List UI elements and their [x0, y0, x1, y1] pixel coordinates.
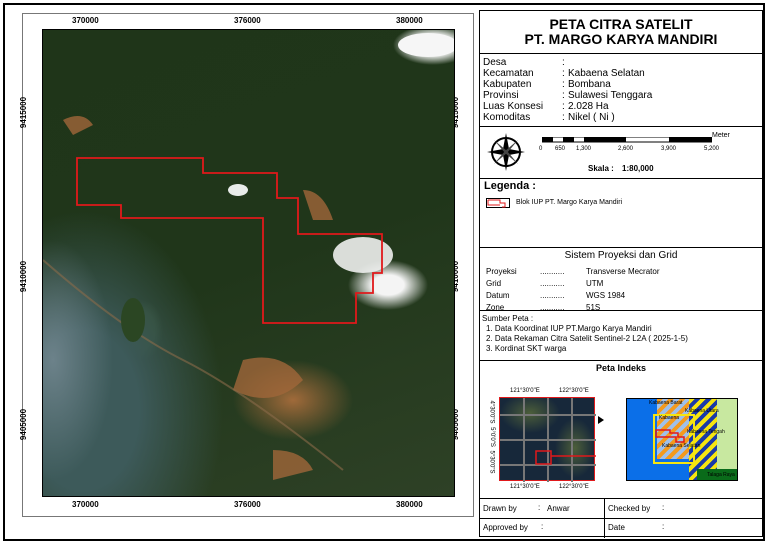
map-sources: Sumber Peta : 1. Data Koordinat IUP PT.M… [480, 311, 762, 361]
info-value: Bombana [568, 79, 611, 90]
legend: Legenda : Blok IUP PT. Margo Karya Mandi… [480, 179, 762, 248]
lon-label: 122°30'0"E [559, 388, 589, 394]
info-value: Kabaena Selatan [568, 68, 645, 79]
satellite-image[interactable] [42, 29, 455, 497]
scale-tick: 3,900 [661, 146, 677, 152]
colon: : [662, 522, 665, 531]
projection-value: Transverse Mecrator [586, 267, 660, 276]
scale-tick: 0 [539, 146, 543, 152]
lat-label: 4°30'0"S [488, 400, 495, 424]
projection-label: Grid [486, 279, 502, 288]
coastline-road [43, 259, 344, 471]
info-label: Kecamatan [483, 68, 534, 79]
arrow-icon [598, 416, 608, 424]
compass-scale: Meter 0 650 1,300 2,600 3,900 5,200 Skala : 1… [480, 127, 762, 179]
iup-boundary [76, 157, 383, 324]
info-panel: PETA CITRA SATELIT PT. MARGO KARYA MANDI… [479, 10, 763, 538]
x-tick: 376000 [234, 500, 261, 509]
place-label: Kabaena [659, 415, 680, 421]
x-tick: 370000 [72, 16, 99, 25]
location-info: Desa: Kecamatan: Kabaena Selatan Kabupaten:… [480, 54, 762, 127]
info-label: Provinsi [483, 90, 519, 101]
approved-by-label: Approved by [483, 523, 528, 532]
mining-area [63, 116, 333, 480]
lat-label: 5°30'0"S [488, 450, 495, 474]
place-label: Kabaena Utara [685, 408, 719, 414]
info-label: Desa [483, 57, 507, 68]
legend-swatch-boundary-icon [486, 198, 510, 208]
info-label: Kabupaten [483, 79, 532, 90]
source-item: 2. Data Rekaman Citra Satelit Sentinel-2… [486, 334, 688, 343]
scale-unit: Meter [712, 132, 730, 139]
colon: : [541, 522, 544, 531]
scale-label: Skala : [588, 164, 614, 173]
projection-dots: ........... [540, 279, 565, 288]
source-item: 3. Kordinat SKT warga [486, 344, 567, 353]
y-tick: 9415000 [19, 96, 29, 129]
cloud [228, 184, 248, 196]
source-item: 1. Data Koordinat IUP PT.Margo Karya Man… [486, 324, 652, 333]
projection-value: UTM [586, 279, 604, 288]
north-arrow-icon [487, 133, 525, 171]
lon-label: 122°30'0"E [559, 484, 589, 490]
drawn-by-label: Drawn by [483, 504, 517, 513]
x-tick: 376000 [234, 16, 261, 25]
title-line-1: PETA CITRA SATELIT [549, 16, 693, 32]
colon: : [562, 90, 565, 101]
info-label: Komoditas [483, 112, 531, 123]
index-map: Peta Indeks 121°30'0"E 122°30'0"E 121°30… [480, 361, 762, 499]
info-value: Nikel ( Ni ) [568, 112, 615, 123]
credits: Drawn by : Anwar Checked by : Approved b… [480, 499, 762, 538]
lon-label: 121°30'0"E [510, 484, 540, 490]
projection-info: Sistem Proyeksi dan Grid Proyeksi.......… [480, 248, 762, 312]
place-label: Talaga Raya [707, 472, 735, 478]
x-tick: 380000 [396, 16, 423, 25]
projection-dots: ........... [540, 291, 565, 300]
colon: : [562, 57, 565, 68]
y-tick: 9410000 [19, 260, 29, 293]
index-title: Peta Indeks [595, 363, 647, 373]
index-detail-map: Kabaena Barat Kabaena Utara Kabaena Kaba… [626, 398, 738, 481]
info-value: Sulawesi Tenggara [568, 90, 653, 101]
lon-label: 121°30'0"E [510, 388, 540, 394]
sources-title: Sumber Peta : [482, 314, 534, 323]
legend-item-label: Blok IUP PT. Margo Karya Mandiri [516, 199, 623, 206]
projection-label: Datum [486, 291, 510, 300]
colon: : [662, 503, 665, 512]
info-value: 2.028 Ha [568, 101, 609, 112]
scale-tick: 5,200 [704, 146, 720, 152]
cloud [398, 33, 454, 57]
x-tick: 380000 [396, 500, 423, 509]
info-label: Luas Konsesi [483, 101, 544, 112]
place-label: Kabaena Tengah [687, 429, 725, 435]
colon: : [562, 112, 565, 123]
place-label: Kabaena Selatan [662, 443, 701, 449]
colon: : [562, 101, 565, 112]
legend-title: Legenda : [484, 180, 536, 192]
colon: : [562, 68, 565, 79]
colon: : [562, 79, 565, 90]
lat-label: 5°0'0"S [488, 427, 495, 447]
scale-value: 1:80,000 [622, 164, 654, 173]
scale-tick: 2,600 [618, 146, 634, 152]
scale-bar [542, 137, 712, 143]
scale-tick: 650 [555, 146, 566, 152]
index-overview-image [499, 397, 596, 482]
checked-by-label: Checked by [608, 504, 651, 513]
island [121, 298, 145, 342]
projection-title: Sistem Proyeksi dan Grid [564, 250, 678, 261]
projection-label: Proyeksi [486, 267, 517, 276]
projection-value: WGS 1984 [586, 291, 626, 300]
cloud [333, 237, 393, 273]
title-line-2: PT. MARGO KARYA MANDIRI [524, 31, 718, 47]
place-label: Kabaena Barat [649, 400, 683, 406]
projection-dots: ........... [540, 267, 565, 276]
colon: : [538, 503, 541, 512]
date-label: Date [608, 523, 625, 532]
drawn-by-value: Anwar [547, 504, 570, 513]
x-tick: 370000 [72, 500, 99, 509]
y-tick: 9405000 [19, 408, 29, 441]
map-title: PETA CITRA SATELIT PT. MARGO KARYA MANDI… [480, 11, 762, 54]
scale-tick: 1,300 [576, 146, 592, 152]
